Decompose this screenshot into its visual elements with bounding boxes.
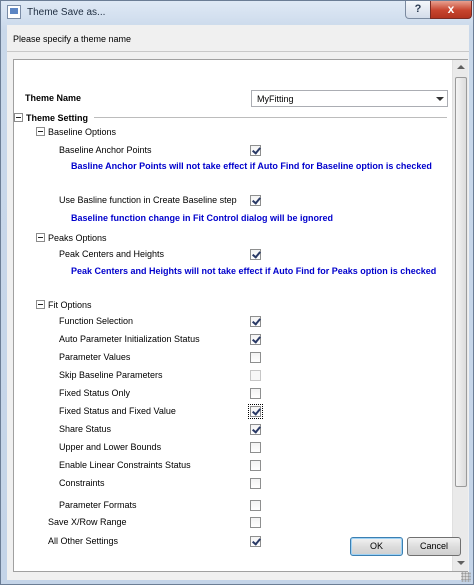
settings-tree-panel: Theme Name MyFitting Theme Setting Basel… — [13, 59, 468, 572]
collapse-fit-options-icon[interactable] — [36, 300, 45, 309]
parameter-values-checkbox[interactable] — [250, 352, 261, 363]
use-baseline-function-label: Use Basline function in Create Baseline … — [59, 195, 237, 205]
fit-item-label: Enable Linear Constraints Status — [59, 460, 191, 470]
parameter-formats-checkbox[interactable] — [250, 500, 261, 511]
fit-item-label: Constraints — [59, 478, 105, 488]
collapse-baseline-icon[interactable] — [36, 127, 45, 136]
linear-constraints-checkbox[interactable] — [250, 460, 261, 471]
theme-save-dialog: Theme Save as... ? x Please specify a th… — [0, 0, 474, 585]
all-other-settings-label: All Other Settings — [48, 536, 119, 546]
fit-item-label: Share Status — [59, 424, 112, 434]
theme-name-label: Theme Name — [25, 93, 82, 103]
fixed-status-only-checkbox[interactable] — [250, 388, 261, 399]
peak-centers-heights-label: Peak Centers and Heights — [59, 249, 165, 259]
bounds-checkbox[interactable] — [250, 442, 261, 453]
fit-item-label: Function Selection — [59, 316, 134, 326]
skip-baseline-params-checkbox[interactable] — [250, 370, 261, 381]
resize-grip-icon[interactable] — [461, 572, 471, 582]
baseline-function-warning: Baseline function change in Fit Control … — [71, 213, 334, 223]
help-button[interactable]: ? — [405, 1, 431, 19]
share-status-checkbox[interactable] — [250, 424, 261, 435]
constraints-checkbox[interactable] — [250, 478, 261, 489]
theme-name-combobox[interactable]: MyFitting — [251, 90, 448, 107]
scroll-down-icon[interactable] — [454, 556, 468, 570]
collapse-theme-setting-icon[interactable] — [14, 113, 23, 122]
divider — [7, 51, 469, 52]
fit-item-label: Fixed Status and Fixed Value — [59, 406, 176, 416]
auto-param-init-checkbox[interactable] — [250, 334, 261, 345]
dialog-body: Please specify a theme name Theme Name M… — [7, 25, 469, 580]
theme-setting-header: Theme Setting — [26, 113, 89, 123]
function-selection-checkbox[interactable] — [250, 316, 261, 327]
peak-centers-warning: Peak Centers and Heights will not take e… — [71, 266, 437, 276]
chevron-down-icon[interactable] — [436, 97, 444, 101]
baseline-anchor-points-checkbox[interactable] — [250, 145, 261, 156]
header-separator — [94, 117, 447, 118]
save-xrow-range-label: Save X/Row Range — [48, 517, 127, 527]
fit-item-label: Skip Baseline Parameters — [59, 370, 163, 380]
window-title: Theme Save as... — [27, 7, 106, 18]
fit-item-label: Upper and Lower Bounds — [59, 442, 162, 452]
title-bar[interactable]: Theme Save as... ? x — [1, 1, 473, 25]
fit-item-label: Parameter Formats — [59, 500, 137, 510]
baseline-options-label: Baseline Options — [48, 127, 117, 137]
app-icon — [7, 5, 21, 19]
vertical-scrollbar[interactable] — [452, 60, 468, 571]
theme-name-value: MyFitting — [257, 94, 294, 104]
fit-options-label: Fit Options — [48, 300, 92, 310]
collapse-peaks-icon[interactable] — [36, 233, 45, 242]
prompt-text: Please specify a theme name — [13, 34, 132, 44]
fit-item-label: Auto Parameter Initialization Status — [59, 334, 200, 344]
all-other-settings-checkbox[interactable] — [250, 536, 261, 547]
anchor-points-warning: Basline Anchor Points will not take effe… — [71, 161, 432, 171]
scroll-thumb[interactable] — [455, 77, 467, 487]
baseline-anchor-points-label: Baseline Anchor Points — [59, 145, 152, 155]
scroll-up-icon[interactable] — [454, 61, 468, 75]
close-button[interactable]: x — [430, 1, 472, 19]
fixed-status-value-checkbox[interactable] — [248, 404, 263, 419]
peak-centers-heights-checkbox[interactable] — [250, 249, 261, 260]
save-xrow-range-checkbox[interactable] — [250, 517, 261, 528]
fit-item-label: Parameter Values — [59, 352, 131, 362]
use-baseline-function-checkbox[interactable] — [250, 195, 261, 206]
fit-item-label: Fixed Status Only — [59, 388, 131, 398]
cancel-button[interactable]: Cancel — [407, 537, 461, 556]
ok-button[interactable]: OK — [350, 537, 403, 556]
peaks-options-label: Peaks Options — [48, 233, 107, 243]
